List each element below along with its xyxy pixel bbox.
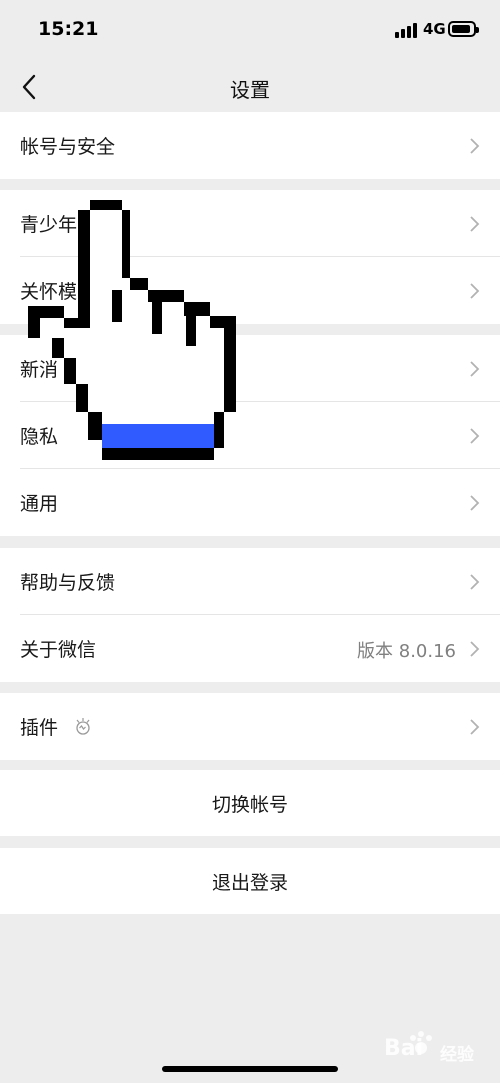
chevron-right-icon: [470, 361, 480, 377]
status-bar: 15:21 4G: [0, 0, 500, 62]
signal-icon: [395, 22, 417, 38]
settings-group-general: 新消 隐私 通用: [0, 335, 500, 536]
item-label: 帐号与安全: [20, 136, 116, 158]
home-indicator[interactable]: [162, 1066, 338, 1072]
settings-group-account: 帐号与安全: [0, 112, 500, 179]
notifications-item[interactable]: 新消: [0, 335, 500, 402]
switch-account-button[interactable]: 切换帐号: [0, 770, 500, 836]
item-label: 新消: [20, 359, 59, 381]
page-title: 设置: [230, 78, 270, 102]
item-label: 关怀模: [20, 281, 78, 303]
nav-bar: 设置: [0, 62, 500, 112]
chevron-right-icon: [470, 719, 480, 735]
item-label: 帮助与反馈: [20, 572, 116, 594]
chevron-right-icon: [470, 574, 480, 590]
help-feedback-item[interactable]: 帮助与反馈: [0, 548, 500, 615]
privacy-item[interactable]: 隐私: [0, 402, 500, 469]
youth-mode-item[interactable]: 青少年: [0, 190, 500, 257]
version-text: 版本 8.0.16: [357, 641, 456, 662]
plugins-item[interactable]: 插件: [0, 693, 500, 760]
battery-icon: [448, 21, 479, 37]
item-label: 关于微信: [20, 639, 97, 661]
care-mode-item[interactable]: 关怀模: [0, 257, 500, 324]
item-label: 隐私: [20, 426, 59, 448]
settings-group-plugins: 插件: [0, 693, 500, 760]
settings-group-modes: 青少年 关怀模: [0, 190, 500, 324]
plugin-icon: [76, 718, 90, 735]
chevron-right-icon: [470, 283, 480, 299]
item-label: 插件: [20, 717, 59, 739]
watermark-sub: 经验: [440, 1045, 474, 1065]
about-wechat-item[interactable]: 关于微信 版本 8.0.16: [0, 615, 500, 682]
logout-label: 退出登录: [211, 872, 288, 894]
chevron-right-icon: [470, 428, 480, 444]
logout-button[interactable]: 退出登录: [0, 848, 500, 914]
chevron-right-icon: [470, 495, 480, 511]
general-item[interactable]: 通用: [0, 469, 500, 536]
item-label: 通用: [20, 493, 59, 515]
watermark-brand: Bai: [384, 1036, 424, 1061]
chevron-right-icon: [470, 138, 480, 154]
chevron-right-icon: [470, 641, 480, 657]
switch-account-label: 切换帐号: [211, 794, 288, 816]
network-type: 4G: [423, 20, 446, 38]
account-security-item[interactable]: 帐号与安全: [0, 112, 500, 179]
chevron-right-icon: [470, 216, 480, 232]
status-time: 15:21: [38, 18, 99, 40]
settings-group-about: 帮助与反馈 关于微信 版本 8.0.16: [0, 548, 500, 682]
item-label: 青少年: [20, 214, 78, 236]
